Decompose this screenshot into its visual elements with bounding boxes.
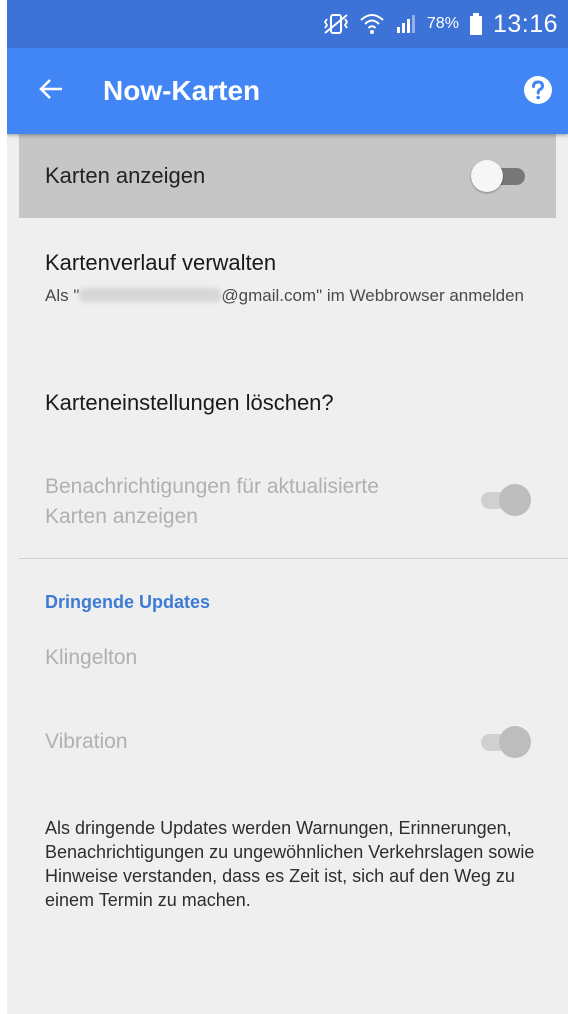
toggle-thumb xyxy=(499,484,531,516)
history-subtitle: Als " @gmail.com" im Webbrowser anmelden xyxy=(45,284,535,308)
clock: 13:16 xyxy=(492,9,558,38)
vibration-label: Vibration xyxy=(45,730,128,753)
ringtone-item: Klingelton xyxy=(45,646,138,669)
history-title: Kartenverlauf verwalten xyxy=(45,250,277,275)
help-icon xyxy=(523,75,553,110)
redacted-email xyxy=(79,288,222,302)
help-button[interactable] xyxy=(518,72,558,112)
toggle-thumb xyxy=(471,160,503,192)
status-icons: 78% 13:16 xyxy=(323,0,558,48)
phone-screen: 78% 13:16 Now-Karten Karten anzeigen Kar… xyxy=(7,0,568,1014)
section-divider xyxy=(19,558,568,559)
show-cards-label: Karten anzeigen xyxy=(45,163,206,188)
settings-list: Karten anzeigen Kartenverlauf verwalten … xyxy=(7,134,568,910)
mute-vibrate-icon xyxy=(323,13,349,35)
page-title: Now-Karten xyxy=(103,75,261,106)
notifications-toggle xyxy=(473,482,533,518)
wifi-icon xyxy=(359,12,385,36)
show-cards-toggle[interactable] xyxy=(471,158,531,194)
battery-icon xyxy=(469,12,483,36)
show-cards-row[interactable]: Karten anzeigen xyxy=(19,134,556,218)
history-subtitle-suffix: @gmail.com" im Webbrowser anmelden xyxy=(221,286,525,305)
app-bar: Now-Karten xyxy=(7,48,568,134)
urgent-updates-header: Dringende Updates xyxy=(45,592,211,612)
vibration-toggle xyxy=(473,724,533,760)
urgent-updates-description: Als dringende Updates werden Warnungen, … xyxy=(45,818,535,910)
battery-percent: 78% xyxy=(426,15,459,32)
signal-icon xyxy=(395,13,417,35)
back-button[interactable] xyxy=(29,69,73,113)
reset-settings-item[interactable]: Karteneinstellungen löschen? xyxy=(45,390,334,416)
arrow-back-icon xyxy=(38,77,64,106)
history-subtitle-prefix: Als " xyxy=(45,286,80,305)
toggle-thumb xyxy=(499,726,531,758)
notifications-label: Benachrichtigungen für aktualisierte Kar… xyxy=(45,475,379,528)
status-bar: 78% 13:16 xyxy=(7,0,568,48)
